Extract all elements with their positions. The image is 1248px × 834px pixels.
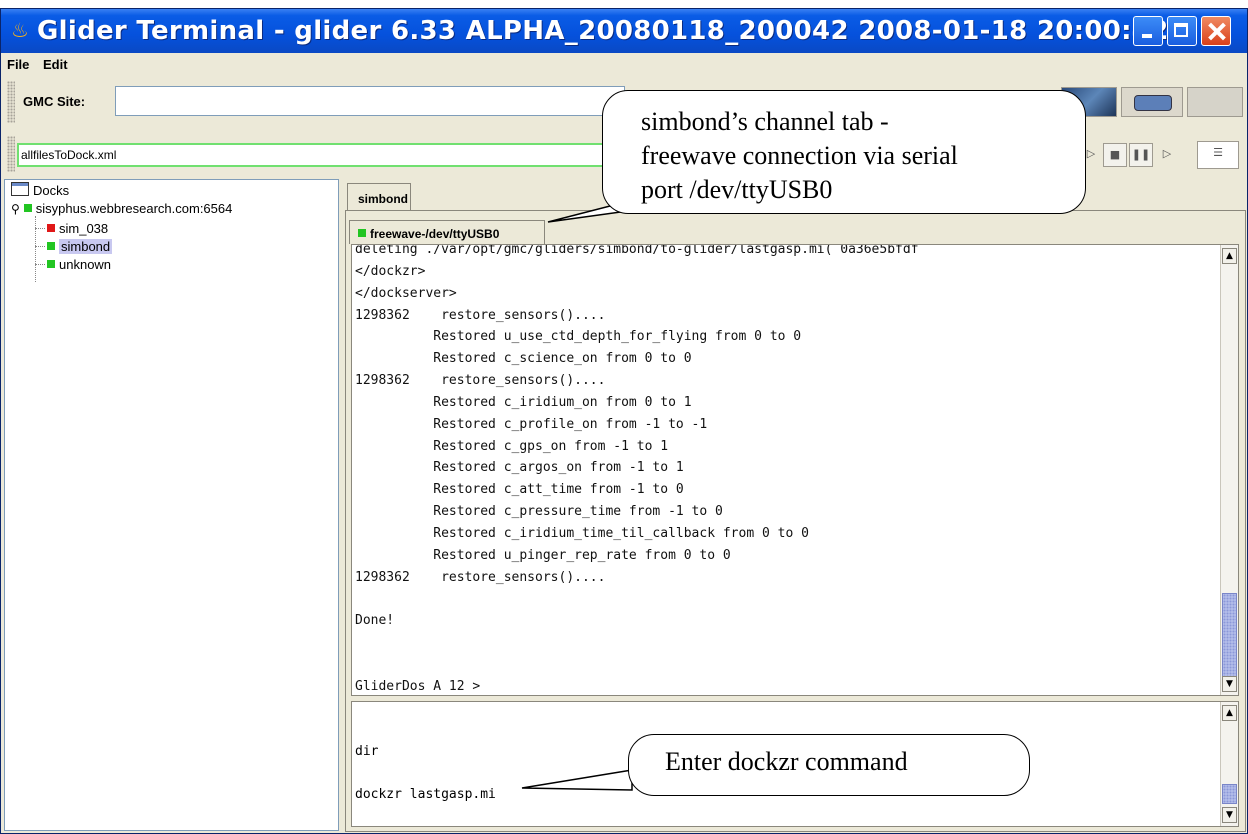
dock-script-icon[interactable]: ☰ xyxy=(1197,141,1239,169)
tree-node-simbond[interactable]: simbond xyxy=(47,239,113,254)
scroll-thumb[interactable] xyxy=(1222,784,1237,804)
console-line: 1298362 restore_sensors().... xyxy=(355,307,606,323)
console-line: Restored c_profile_on from -1 to -1 xyxy=(355,416,708,432)
toolbar-grip[interactable] xyxy=(7,81,15,123)
tree-connector xyxy=(35,228,45,229)
tree-connector xyxy=(35,246,45,247)
close-button[interactable] xyxy=(1201,16,1231,46)
tab-freewave-channel[interactable]: freewave-/dev/ttyUSB0 xyxy=(349,220,545,244)
console-line: Restored u_pinger_rep_rate from 0 to 0 xyxy=(355,547,731,563)
console-line: Restored c_argos_on from -1 to 1 xyxy=(355,460,684,476)
toolbar-grip[interactable] xyxy=(7,136,15,172)
tab-callout-line: port /dev/ttyUSB0 xyxy=(641,175,833,204)
tree-root-docks[interactable]: Docks xyxy=(11,182,69,198)
scroll-down-arrow-icon[interactable]: ▼ xyxy=(1222,807,1237,823)
command-line-dockzr: dockzr lastgasp.mi xyxy=(355,787,496,802)
play-icon[interactable]: ▷ xyxy=(1155,143,1179,167)
status-green-icon xyxy=(23,204,32,212)
console-line: Restored c_att_time from -1 to 0 xyxy=(355,482,684,498)
tree-connector xyxy=(35,216,36,282)
docks-tree: Docks ⚲ sisyphus.webbresearch.com:6564 si… xyxy=(4,179,339,831)
status-red-icon xyxy=(47,224,55,232)
java-cup-icon: ♨ xyxy=(11,18,29,42)
console-line: 1298362 restore_sensors().... xyxy=(355,569,606,585)
console-line: </dockzr> xyxy=(355,263,426,279)
console-line: Restored c_iridium_on from 0 to 1 xyxy=(355,394,692,410)
scroll-up-arrow-icon[interactable]: ▲ xyxy=(1222,705,1237,721)
window-title: Glider Terminal - glider 6.33 ALPHA_2008… xyxy=(37,16,1169,46)
menu-edit[interactable]: Edit xyxy=(43,57,68,72)
tree-connector xyxy=(35,264,45,265)
status-green-icon xyxy=(358,229,366,237)
console-line: Restored u_use_ctd_depth_for_flying from… xyxy=(355,329,802,345)
tab-callout-line: simbond’s channel tab - xyxy=(641,107,889,136)
key-icon: ⚲ xyxy=(11,202,20,216)
menu-bar: File Edit xyxy=(1,53,1247,75)
status-green-icon xyxy=(47,260,55,268)
script-file-input[interactable] xyxy=(17,143,617,167)
console-line: GliderDos A 12 > xyxy=(355,678,481,694)
minimize-button[interactable] xyxy=(1133,16,1163,46)
tree-node-server[interactable]: ⚲ sisyphus.webbresearch.com:6564 xyxy=(11,201,232,216)
console-lines: deleting ./var/opt/gmc/gliders/simbond/t… xyxy=(355,244,919,695)
console-line: Done! xyxy=(355,613,395,629)
scroll-up-arrow-icon[interactable]: ▲ xyxy=(1222,248,1237,264)
command-line-dir: dir xyxy=(355,744,379,759)
folder-icon xyxy=(11,182,29,196)
input-scrollbar[interactable]: ▲ ▼ xyxy=(1220,702,1238,826)
tree-node-sim-038[interactable]: sim_038 xyxy=(47,221,108,236)
maximize-button[interactable] xyxy=(1167,16,1197,46)
cmd-callout: Enter dockzr command xyxy=(628,734,1030,796)
console-scrollbar[interactable]: ▲ ▼ xyxy=(1220,245,1238,695)
console-output[interactable]: deleting ./var/opt/gmc/gliders/simbond/t… xyxy=(351,244,1239,696)
scroll-down-arrow-icon[interactable]: ▼ xyxy=(1222,676,1237,692)
document-text-strip xyxy=(0,0,1248,8)
serial-port-icon[interactable] xyxy=(1121,87,1183,117)
scroll-thumb[interactable] xyxy=(1222,593,1237,677)
stop-icon[interactable]: ■ xyxy=(1103,143,1127,167)
cmd-callout-text: Enter dockzr command xyxy=(665,747,908,776)
title-bar: ♨ Glider Terminal - glider 6.33 ALPHA_20… xyxy=(1,9,1247,53)
tree-node-unknown[interactable]: unknown xyxy=(47,257,111,272)
console-line: deleting ./var/opt/gmc/gliders/simbond/t… xyxy=(355,244,919,257)
console-line: Restored c_pressure_time from -1 to 0 xyxy=(355,504,723,520)
menu-file[interactable]: File xyxy=(7,57,29,72)
gmc-site-label: GMC Site: xyxy=(23,94,86,109)
status-green-icon xyxy=(47,242,55,250)
pause-icon[interactable]: ❚❚ xyxy=(1129,143,1153,167)
console-line: Restored c_science_on from 0 to 0 xyxy=(355,351,692,367)
bridge-icon[interactable] xyxy=(1187,87,1243,117)
tab-simbond[interactable]: simbond xyxy=(347,183,411,211)
console-line: Restored c_iridium_time_til_callback fro… xyxy=(355,525,809,541)
console-line: </dockserver> xyxy=(355,285,457,301)
tab-callout: simbond’s channel tab - freewave connect… xyxy=(602,90,1086,214)
tab-callout-line: freewave connection via serial xyxy=(641,141,958,170)
console-line: 1298362 restore_sensors().... xyxy=(355,373,606,389)
gmc-site-input[interactable] xyxy=(115,86,625,116)
console-line: Restored c_gps_on from -1 to 1 xyxy=(355,438,669,454)
